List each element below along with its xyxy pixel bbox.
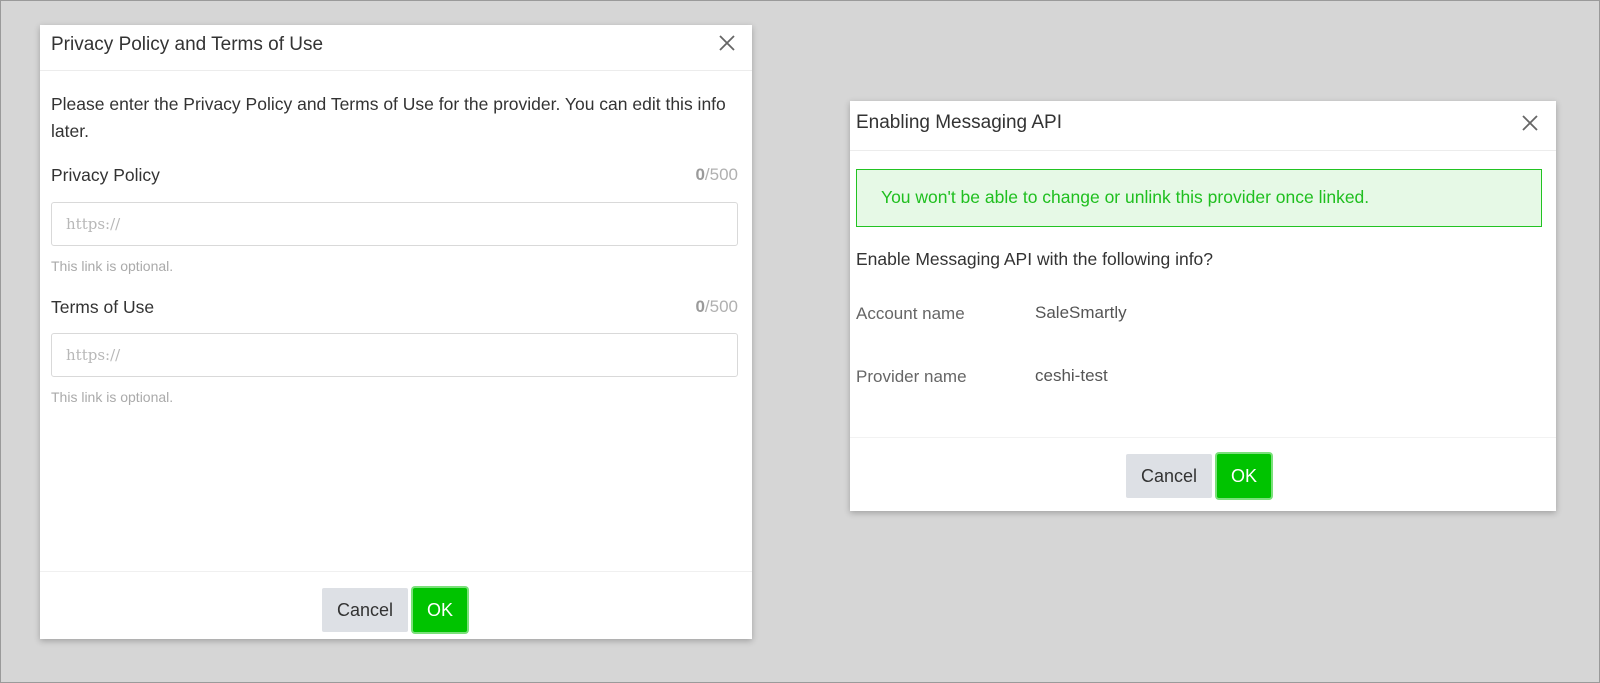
dialog-title: Privacy Policy and Terms of Use (51, 34, 324, 55)
terms-of-use-input[interactable] (51, 333, 738, 377)
dialog-footer: Cancel OK (850, 437, 1556, 511)
terms-of-use-hint: This link is optional. (51, 389, 174, 405)
account-name-value: SaleSmartly (1035, 303, 1127, 322)
cancel-button[interactable]: Cancel (322, 588, 408, 632)
cancel-button[interactable]: Cancel (1126, 454, 1212, 498)
privacy-terms-dialog: Privacy Policy and Terms of Use Please e… (40, 25, 752, 639)
account-name-label: Account name (856, 304, 965, 323)
privacy-policy-label: Privacy Policy (51, 165, 160, 185)
privacy-policy-input[interactable] (51, 202, 738, 246)
ok-button[interactable]: OK (413, 588, 467, 632)
messaging-api-dialog: Enabling Messaging API You won't be able… (850, 101, 1556, 511)
terms-of-use-label: Terms of Use (51, 297, 155, 317)
confirm-question: Enable Messaging API with the following … (856, 249, 1214, 269)
dialog-footer: Cancel OK (40, 571, 752, 639)
dialog-title: Enabling Messaging API (856, 112, 1062, 133)
dialog-description: Please enter the Privacy Policy and Term… (51, 94, 726, 141)
ok-button[interactable]: OK (1217, 454, 1271, 498)
close-icon[interactable] (1520, 113, 1540, 133)
privacy-policy-hint: This link is optional. (51, 258, 174, 274)
provider-name-label: Provider name (856, 367, 967, 386)
warning-notice: You won't be able to change or unlink th… (856, 169, 1542, 227)
dialog-header: Enabling Messaging API (850, 101, 1556, 151)
close-icon[interactable] (717, 33, 737, 53)
terms-of-use-counter: 0/500 (695, 297, 738, 316)
privacy-policy-counter: 0/500 (695, 165, 738, 184)
provider-name-value: ceshi-test (1035, 366, 1108, 385)
dialog-header: Privacy Policy and Terms of Use (40, 25, 752, 71)
